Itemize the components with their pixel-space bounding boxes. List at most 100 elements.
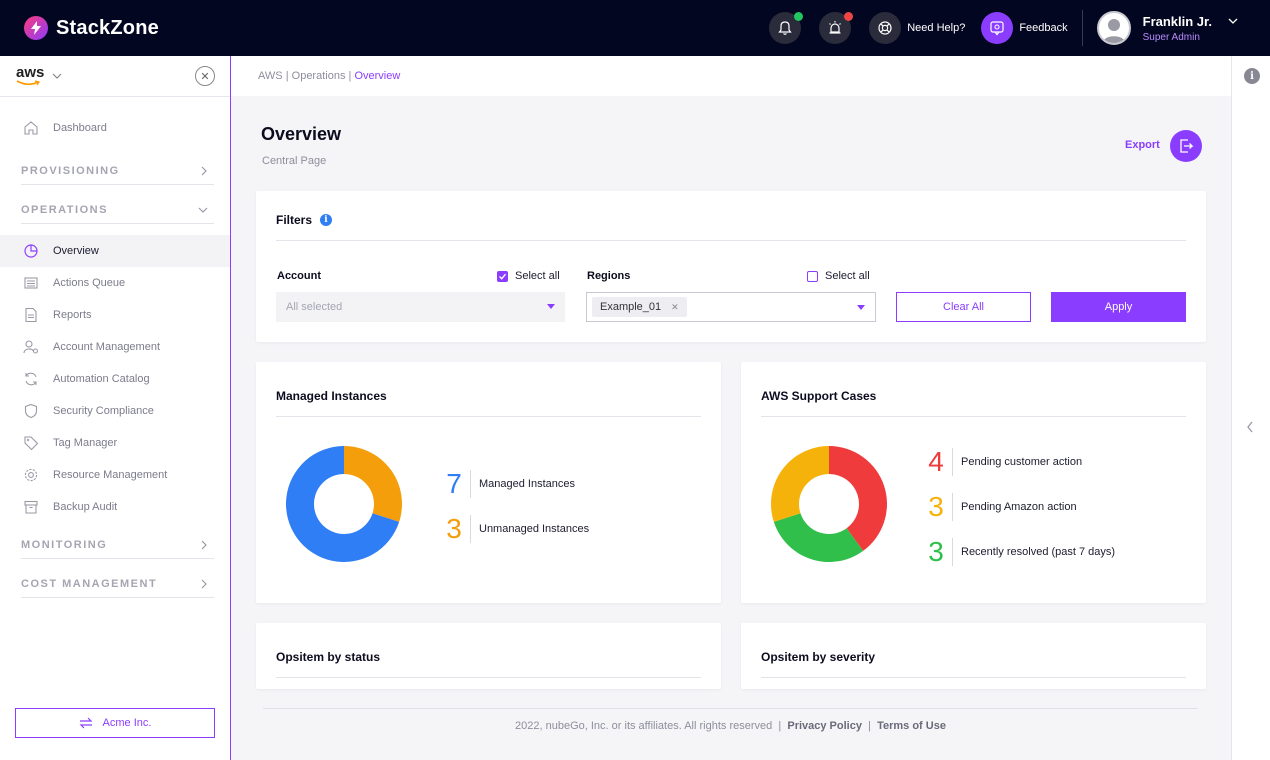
gear-icon [23, 467, 39, 483]
checkbox-unchecked[interactable] [807, 270, 818, 282]
lifebuoy-icon [869, 12, 902, 44]
sidebar-item-overview[interactable]: Overview [0, 235, 230, 267]
breadcrumb-operations[interactable]: Operations [292, 70, 346, 82]
managed-donut-slice-0 [344, 446, 402, 522]
queue-icon [23, 275, 39, 291]
terms-of-use-link[interactable]: Terms of Use [877, 720, 946, 732]
brand-logo[interactable]: StackZone [24, 16, 159, 40]
support-donut-slice-1 [773, 513, 864, 562]
stat-value: 7 [446, 468, 462, 499]
sidebar-item-tag-manager[interactable]: Tag Manager [0, 427, 230, 459]
stat-pending-amazon: 3 Pending Amazon action [924, 491, 1077, 523]
right-rail: i [1231, 56, 1270, 760]
header-divider [1081, 10, 1083, 46]
regions-select[interactable]: Example_01 ✕ [586, 292, 876, 322]
info-icon[interactable]: i [1244, 68, 1260, 84]
section-provisioning[interactable]: PROVISIONING [21, 157, 214, 185]
checkbox-checked[interactable] [497, 270, 508, 282]
page-subtitle: Central Page [262, 155, 327, 167]
stat-value: 3 [928, 491, 944, 522]
user-menu[interactable]: Franklin Jr. Super Admin [1096, 11, 1238, 45]
regions-label: Regions [587, 270, 631, 282]
filters-title: Filters [276, 213, 313, 227]
stat-managed: 7 Managed Instances [442, 468, 575, 500]
bolt-icon [24, 16, 48, 40]
sidebar-item-actions-queue[interactable]: Actions Queue [0, 267, 230, 299]
sidebar-item-account-management[interactable]: Account Management [0, 331, 230, 363]
stat-label: Managed Instances [479, 478, 576, 490]
sidebar-item-backup-audit[interactable]: Backup Audit [0, 491, 230, 523]
section-monitoring[interactable]: MONITORING [21, 531, 214, 559]
regions-select-all[interactable]: Select all [807, 270, 870, 282]
section-label: PROVISIONING [21, 164, 120, 177]
home-icon [23, 120, 39, 136]
help-button[interactable]: Need Help? [869, 12, 965, 44]
sidebar-item-reports[interactable]: Reports [0, 299, 230, 331]
sidebar-item-automation-catalog[interactable]: Automation Catalog [0, 363, 230, 395]
chip-remove-icon[interactable]: ✕ [671, 302, 679, 313]
chevron-left-icon[interactable] [1246, 421, 1254, 433]
section-cost-management[interactable]: COST MANAGEMENT [21, 570, 214, 598]
account-select-all[interactable]: Select all [497, 270, 560, 282]
info-icon[interactable]: i [320, 214, 333, 226]
breadcrumb-current: Overview [354, 70, 401, 82]
card-title: Opsitem by severity [761, 650, 876, 664]
org-switch-button[interactable]: Acme Inc. [15, 708, 215, 738]
export-label[interactable]: Export [1125, 139, 1160, 151]
section-operations[interactable]: OPERATIONS [21, 196, 214, 224]
opsitem-status-card: Opsitem by status [256, 623, 721, 689]
sidebar-item-security-compliance[interactable]: Security Compliance [0, 395, 230, 427]
notification-dot [794, 12, 804, 21]
privacy-policy-link[interactable]: Privacy Policy [787, 720, 862, 732]
feedback-button[interactable]: Feedback [981, 12, 1068, 44]
org-label: Acme Inc. [102, 717, 152, 729]
sidebar-item-label: Tag Manager [53, 437, 118, 449]
card-divider [276, 677, 701, 678]
tag-icon [23, 435, 39, 451]
notifications-button[interactable] [769, 12, 804, 44]
region-chip-label: Example_01 [600, 301, 662, 313]
breadcrumb-aws[interactable]: AWS [258, 70, 283, 82]
opsitem-severity-card: Opsitem by severity [741, 623, 1206, 689]
refresh-icon [23, 371, 39, 387]
footer-separator: | [868, 720, 871, 732]
pie-icon [23, 243, 39, 259]
sidebar-item-resource-management[interactable]: Resource Management [0, 459, 230, 491]
stat-label: Pending Amazon action [961, 501, 1077, 513]
copyright-text: 2022, nubeGo, Inc. or its affiliates. Al… [515, 720, 773, 732]
chevron-right-icon [201, 540, 207, 549]
cloud-selector[interactable]: aws ✕ [0, 56, 230, 97]
export-button[interactable] [1170, 130, 1202, 162]
stat-divider [470, 470, 471, 498]
apply-button[interactable]: Apply [1051, 292, 1186, 322]
sidebar-item-dashboard[interactable]: Dashboard [0, 112, 230, 144]
chevron-down-icon [52, 73, 62, 79]
feedback-icon [981, 12, 1014, 44]
card-title: AWS Support Cases [761, 389, 877, 403]
bell-icon [778, 21, 792, 35]
breadcrumb-separator: | [282, 70, 292, 82]
footer-divider [263, 708, 1198, 709]
sidebar-item-label: Overview [53, 245, 99, 257]
archive-icon [23, 499, 39, 515]
footer-separator: | [778, 720, 782, 732]
sidebar-item-label: Security Compliance [53, 405, 154, 417]
aws-logo: aws [16, 64, 45, 81]
managed-instances-donut [286, 446, 402, 562]
stat-divider [470, 515, 471, 543]
account-label: Account [277, 270, 321, 282]
breadcrumb-separator: | [345, 70, 355, 82]
sidebar-item-label: Resource Management [53, 469, 168, 481]
brand-name: StackZone [56, 16, 159, 39]
region-chip[interactable]: Example_01 ✕ [592, 297, 687, 317]
filters-card: Filters i Account Select all All selecte… [256, 191, 1206, 342]
stat-value: 3 [928, 536, 944, 567]
aws-smile-icon [16, 80, 41, 86]
close-icon[interactable]: ✕ [195, 66, 215, 86]
clear-all-button[interactable]: Clear All [896, 292, 1031, 322]
alarms-button[interactable] [819, 12, 854, 44]
account-select[interactable]: All selected [276, 292, 565, 322]
card-divider [761, 677, 1186, 678]
stat-divider [952, 448, 953, 476]
sidebar-item-label: Dashboard [53, 122, 107, 134]
